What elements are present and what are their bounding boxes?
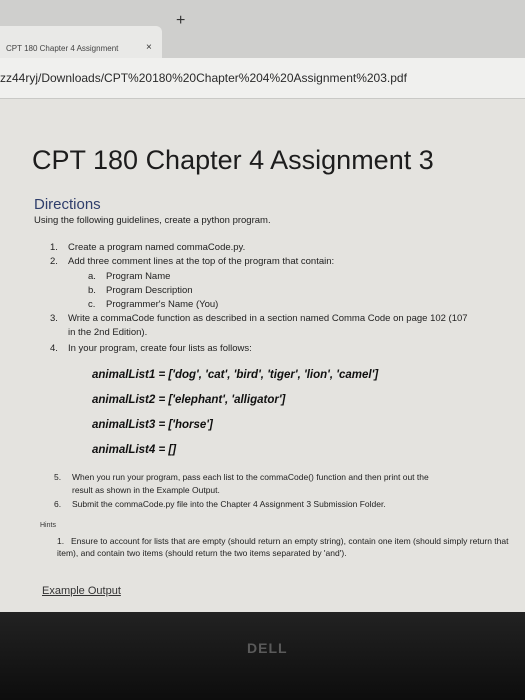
sub-step-item: a. Program Name: [88, 271, 171, 282]
step-item: 2. Add three comment lines at the top of …: [50, 256, 335, 267]
dell-logo: DELL: [247, 640, 288, 656]
hints-heading: Hints: [40, 522, 56, 529]
code-list-2: animalList2 = ['elephant', 'alligator']: [92, 394, 286, 406]
close-tab-icon[interactable]: ×: [146, 42, 152, 53]
step-item: 3. Write a commaCode function as describe…: [50, 313, 468, 324]
sub-step-item: b. Program Description: [88, 285, 193, 296]
sub-step-item: c. Programmer's Name (You): [88, 299, 219, 310]
step-item: result as shown in the Example Output.: [72, 485, 220, 495]
tab-title: CPT 180 Chapter 4 Assignment: [6, 44, 119, 53]
directions-heading: Directions: [34, 196, 101, 213]
browser-tab[interactable]: CPT 180 Chapter 4 Assignment ×: [0, 26, 162, 58]
address-bar[interactable]: zz44ryj/Downloads/CPT%20180%20Chapter%20…: [0, 58, 525, 99]
step-item: 1. Create a program named commaCode.py.: [50, 242, 246, 253]
document-title: CPT 180 Chapter 4 Assignment 3: [32, 145, 434, 175]
laptop-bezel: DELL: [0, 612, 525, 700]
new-tab-icon[interactable]: +: [176, 12, 185, 30]
pdf-page: CPT 180 Chapter 4 Assignment 3 Direction…: [0, 99, 525, 612]
url-text[interactable]: zz44ryj/Downloads/CPT%20180%20Chapter%20…: [0, 71, 407, 85]
step-item: in the 2nd Edition).: [68, 327, 148, 338]
intro-text: Using the following guidelines, create a…: [34, 215, 271, 226]
screen: CPT 180 Chapter 4 Assignment × + zz44ryj…: [0, 0, 525, 612]
hint-item: 1. Ensure to account for lists that are e…: [57, 536, 509, 558]
step-item: 4. In your program, create four lists as …: [50, 343, 252, 354]
code-list-3: animalList3 = ['horse']: [92, 419, 213, 431]
example-output-heading: Example Output: [42, 585, 121, 597]
step-item: 6. Submit the commaCode.py file into the …: [54, 499, 386, 509]
tab-bar: CPT 180 Chapter 4 Assignment × +: [0, 0, 525, 58]
code-list-1: animalList1 = ['dog', 'cat', 'bird', 'ti…: [92, 369, 379, 381]
step-item: 5. When you run your program, pass each l…: [54, 472, 429, 482]
code-list-4: animalList4 = []: [92, 444, 177, 456]
